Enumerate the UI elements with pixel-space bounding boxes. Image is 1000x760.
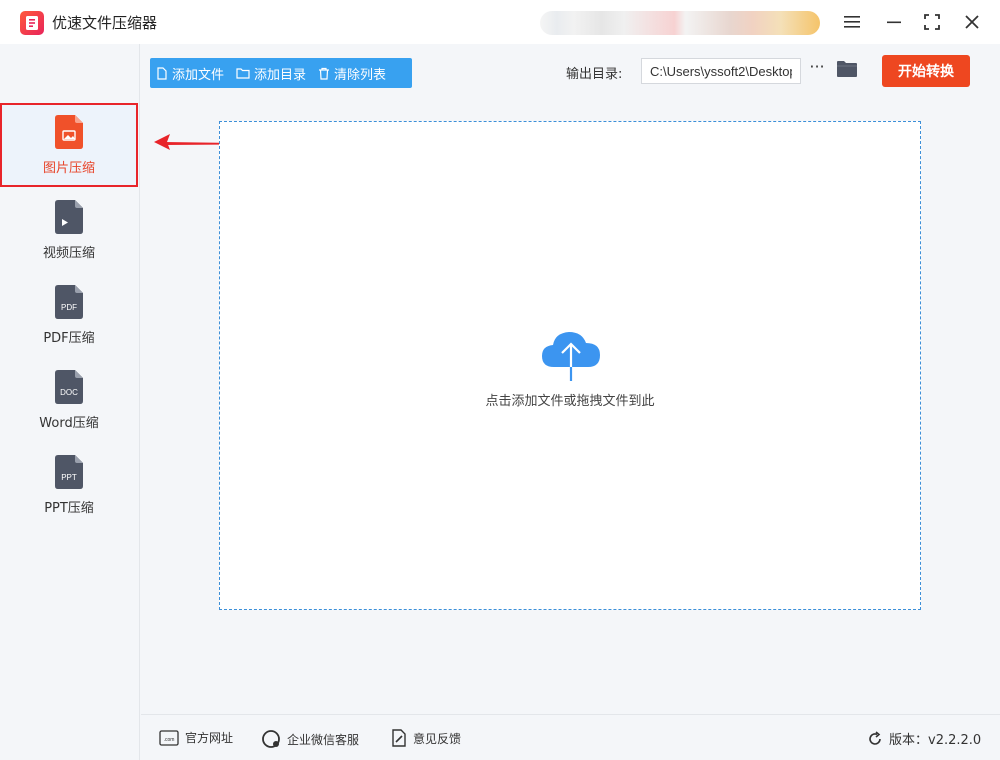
sidebar-item-pdf-compress[interactable]: PDF PDF压缩 bbox=[0, 273, 138, 357]
title-bar: 优速文件压缩器 bbox=[0, 0, 1000, 44]
add-file-button[interactable]: 添加文件 bbox=[150, 58, 230, 88]
ppt-file-icon: PPT bbox=[55, 454, 83, 489]
drop-hint: 点击添加文件或拖拽文件到此 bbox=[485, 394, 655, 409]
version-info[interactable]: 版本：v2.2.2.0 bbox=[867, 729, 981, 748]
open-folder-icon[interactable] bbox=[836, 60, 858, 82]
pdf-file-icon: PDF bbox=[55, 284, 83, 319]
user-account-blurred[interactable] bbox=[540, 11, 820, 35]
wechat-label: 企业微信客服 bbox=[287, 732, 360, 747]
sidebar: 图片压缩 视频压缩 PDF PDF压缩 DOC Word压缩 PPT PPT压缩 bbox=[0, 44, 140, 760]
trash-icon bbox=[319, 67, 330, 80]
folder-icon bbox=[236, 68, 250, 79]
footer: .com 官方网址 企业微信客服 意见反馈 版本：v2.2.2.0 bbox=[141, 714, 1000, 760]
sidebar-item-label: PDF压缩 bbox=[43, 330, 95, 346]
close-icon[interactable] bbox=[960, 10, 984, 34]
sidebar-item-label: PPT压缩 bbox=[44, 500, 94, 516]
add-folder-label: 添加目录 bbox=[254, 67, 307, 83]
doc-file-icon: DOC bbox=[55, 369, 83, 404]
website-label: 官方网址 bbox=[185, 731, 234, 745]
output-dir-label: 输出目录: bbox=[566, 67, 623, 82]
feedback-link[interactable]: 意见反馈 bbox=[391, 729, 461, 747]
app-logo-icon bbox=[20, 11, 44, 35]
add-folder-button[interactable]: 添加目录 bbox=[230, 58, 312, 88]
clear-list-label: 清除列表 bbox=[334, 67, 387, 83]
website-link[interactable]: .com 官方网址 bbox=[159, 729, 233, 746]
svg-text:.com: .com bbox=[164, 737, 175, 743]
minimize-icon[interactable] bbox=[882, 10, 906, 34]
sidebar-item-label: 视频压缩 bbox=[42, 245, 95, 261]
add-file-label: 添加文件 bbox=[172, 67, 225, 83]
output-dir-input[interactable] bbox=[641, 58, 801, 84]
sidebar-item-ppt-compress[interactable]: PPT PPT压缩 bbox=[0, 443, 138, 527]
more-options-button[interactable]: ··· bbox=[808, 59, 826, 80]
sidebar-item-image-compress[interactable]: 图片压缩 bbox=[0, 103, 138, 187]
version-label: 版本：v2.2.2.0 bbox=[889, 733, 982, 748]
app-title: 优速文件压缩器 bbox=[52, 14, 158, 32]
sidebar-item-word-compress[interactable]: DOC Word压缩 bbox=[0, 358, 138, 442]
sidebar-item-video-compress[interactable]: 视频压缩 bbox=[0, 188, 138, 272]
file-drop-zone[interactable]: 点击添加文件或拖拽文件到此 bbox=[219, 121, 921, 610]
feedback-icon bbox=[392, 729, 406, 747]
sidebar-item-label: 图片压缩 bbox=[42, 160, 95, 176]
website-icon: .com bbox=[159, 729, 179, 746]
video-file-icon bbox=[55, 199, 83, 234]
refresh-icon bbox=[869, 730, 881, 745]
cloud-upload-icon bbox=[542, 332, 600, 381]
wechat-icon bbox=[262, 730, 280, 748]
file-icon bbox=[157, 66, 167, 80]
sidebar-item-label: Word压缩 bbox=[39, 415, 99, 431]
clear-list-button[interactable]: 清除列表 bbox=[312, 58, 392, 88]
image-file-icon bbox=[55, 114, 83, 149]
start-convert-button[interactable]: 开始转换 bbox=[882, 55, 970, 87]
menu-icon[interactable] bbox=[840, 10, 864, 34]
maximize-icon[interactable] bbox=[920, 10, 944, 34]
wechat-service-link[interactable]: 企业微信客服 bbox=[261, 729, 359, 749]
feedback-label: 意见反馈 bbox=[413, 731, 462, 746]
file-toolbar: 添加文件 添加目录 清除列表 bbox=[150, 58, 412, 88]
